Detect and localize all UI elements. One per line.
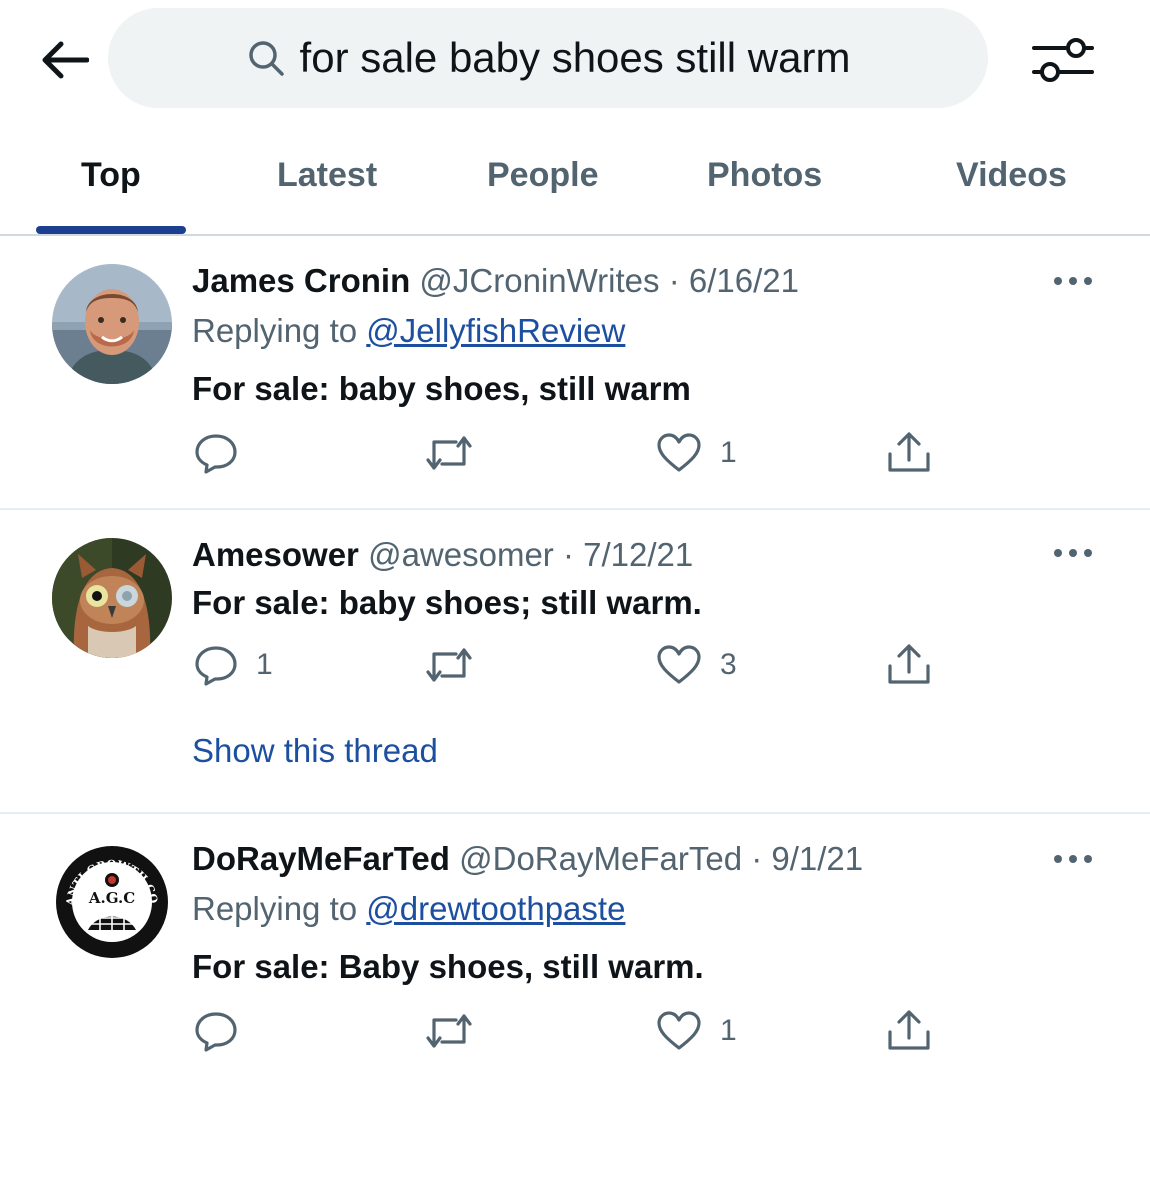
avatar[interactable] (52, 264, 172, 384)
tab-latest[interactable]: Latest (277, 156, 377, 195)
tweet-date[interactable]: 7/12/21 (583, 536, 693, 573)
more-dots-icon (1054, 855, 1092, 863)
heart-icon (657, 645, 701, 684)
tweet-text: For sale: Baby shoes, still warm. (192, 948, 704, 985)
more-dots-icon (1054, 549, 1092, 557)
replying-to: Replying to @drewtoothpaste (192, 890, 625, 928)
avatar[interactable] (52, 538, 172, 658)
retweet-button[interactable] (424, 432, 492, 474)
heart-icon (657, 433, 701, 472)
user-handle[interactable]: @JCroninWrites (419, 262, 659, 299)
tweet-date[interactable]: 9/1/21 (771, 840, 863, 877)
like-count: 1 (720, 1014, 737, 1047)
display-name[interactable]: DoRayMeFarTed (192, 840, 450, 877)
tweet-1[interactable]: James Cronin @JCroninWrites · 6/16/21 Re… (0, 236, 1150, 510)
avatar[interactable]: ANTI GROWTH COALITION A.G.C (52, 842, 172, 962)
agc-logo: ANTI GROWTH COALITION A.G.C (52, 842, 172, 962)
more-options-button[interactable] (1048, 266, 1098, 296)
more-options-button[interactable] (1048, 844, 1098, 874)
top-bar: for sale baby shoes still warm (0, 0, 1150, 118)
tab-photos[interactable]: Photos (707, 156, 822, 195)
reply-button[interactable] (194, 432, 256, 474)
search-input[interactable]: for sale baby shoes still warm (108, 8, 988, 108)
tweet-header: Amesower @awesomer · 7/12/21 (192, 536, 693, 574)
like-count: 1 (720, 436, 737, 469)
share-button[interactable] (886, 642, 932, 686)
user-handle[interactable]: @DoRayMeFarTed (459, 840, 742, 877)
search-tabs: Top Latest People Photos Videos (0, 118, 1150, 236)
tweet-2[interactable]: Amesower @awesomer · 7/12/21 For sale: b… (0, 510, 1150, 814)
logo-center-text: A.G.C (88, 889, 135, 907)
retweet-button[interactable] (424, 644, 492, 686)
tab-top[interactable]: Top (81, 156, 141, 195)
search-query: for sale baby shoes still warm (299, 34, 851, 81)
more-options-button[interactable] (1048, 538, 1098, 568)
arrow-left-icon (42, 41, 89, 79)
tab-people[interactable]: People (487, 156, 598, 195)
separator: · (668, 262, 680, 299)
more-dots-icon (1054, 277, 1092, 285)
reply-mention-link[interactable]: @JellyfishReview (366, 312, 625, 349)
tweet-header: DoRayMeFarTed @DoRayMeFarTed · 9/1/21 (192, 840, 863, 878)
search-icon (246, 38, 286, 78)
separator: · (562, 536, 574, 573)
replying-to: Replying to @JellyfishReview (192, 312, 625, 350)
back-button[interactable] (36, 34, 92, 86)
replying-to-label: Replying to (192, 890, 367, 927)
display-name[interactable]: Amesower (192, 536, 359, 573)
separator: · (751, 840, 763, 877)
tweet-text: For sale: baby shoes, still warm (192, 370, 691, 407)
reply-button[interactable] (194, 1010, 256, 1052)
tweet-header: James Cronin @JCroninWrites · 6/16/21 (192, 262, 799, 300)
reply-icon (195, 434, 237, 474)
tweet-text: For sale: baby shoes; still warm. (192, 584, 702, 621)
retweet-icon (426, 436, 472, 470)
like-count: 3 (720, 648, 737, 681)
tweet-3[interactable]: ANTI GROWTH COALITION A.G.C DoRayMeFarTe… (0, 814, 1150, 1114)
reply-icon (195, 1012, 237, 1052)
like-button[interactable]: 1 (656, 432, 737, 474)
replying-to-label: Replying to (192, 312, 367, 349)
sliders-icon (1032, 38, 1094, 82)
retweet-icon (426, 648, 472, 682)
reply-count: 1 (256, 648, 273, 681)
retweet-icon (426, 1014, 472, 1048)
search-filter-button[interactable] (1028, 30, 1098, 90)
heart-icon (657, 1011, 701, 1050)
like-button[interactable]: 3 (656, 644, 737, 686)
share-icon (888, 432, 930, 472)
share-icon (888, 644, 930, 684)
reply-icon (195, 646, 237, 686)
reply-button[interactable]: 1 (194, 644, 273, 686)
share-icon (888, 1010, 930, 1050)
retweet-button[interactable] (424, 1010, 492, 1052)
active-tab-indicator (36, 226, 186, 234)
share-button[interactable] (886, 1008, 932, 1052)
share-button[interactable] (886, 430, 932, 474)
show-thread-link[interactable]: Show this thread (192, 732, 438, 770)
display-name[interactable]: James Cronin (192, 262, 410, 299)
like-button[interactable]: 1 (656, 1010, 737, 1052)
reply-mention-link[interactable]: @drewtoothpaste (366, 890, 625, 927)
tab-videos[interactable]: Videos (956, 156, 1067, 195)
tweet-date[interactable]: 6/16/21 (689, 262, 799, 299)
user-handle[interactable]: @awesomer (368, 536, 554, 573)
